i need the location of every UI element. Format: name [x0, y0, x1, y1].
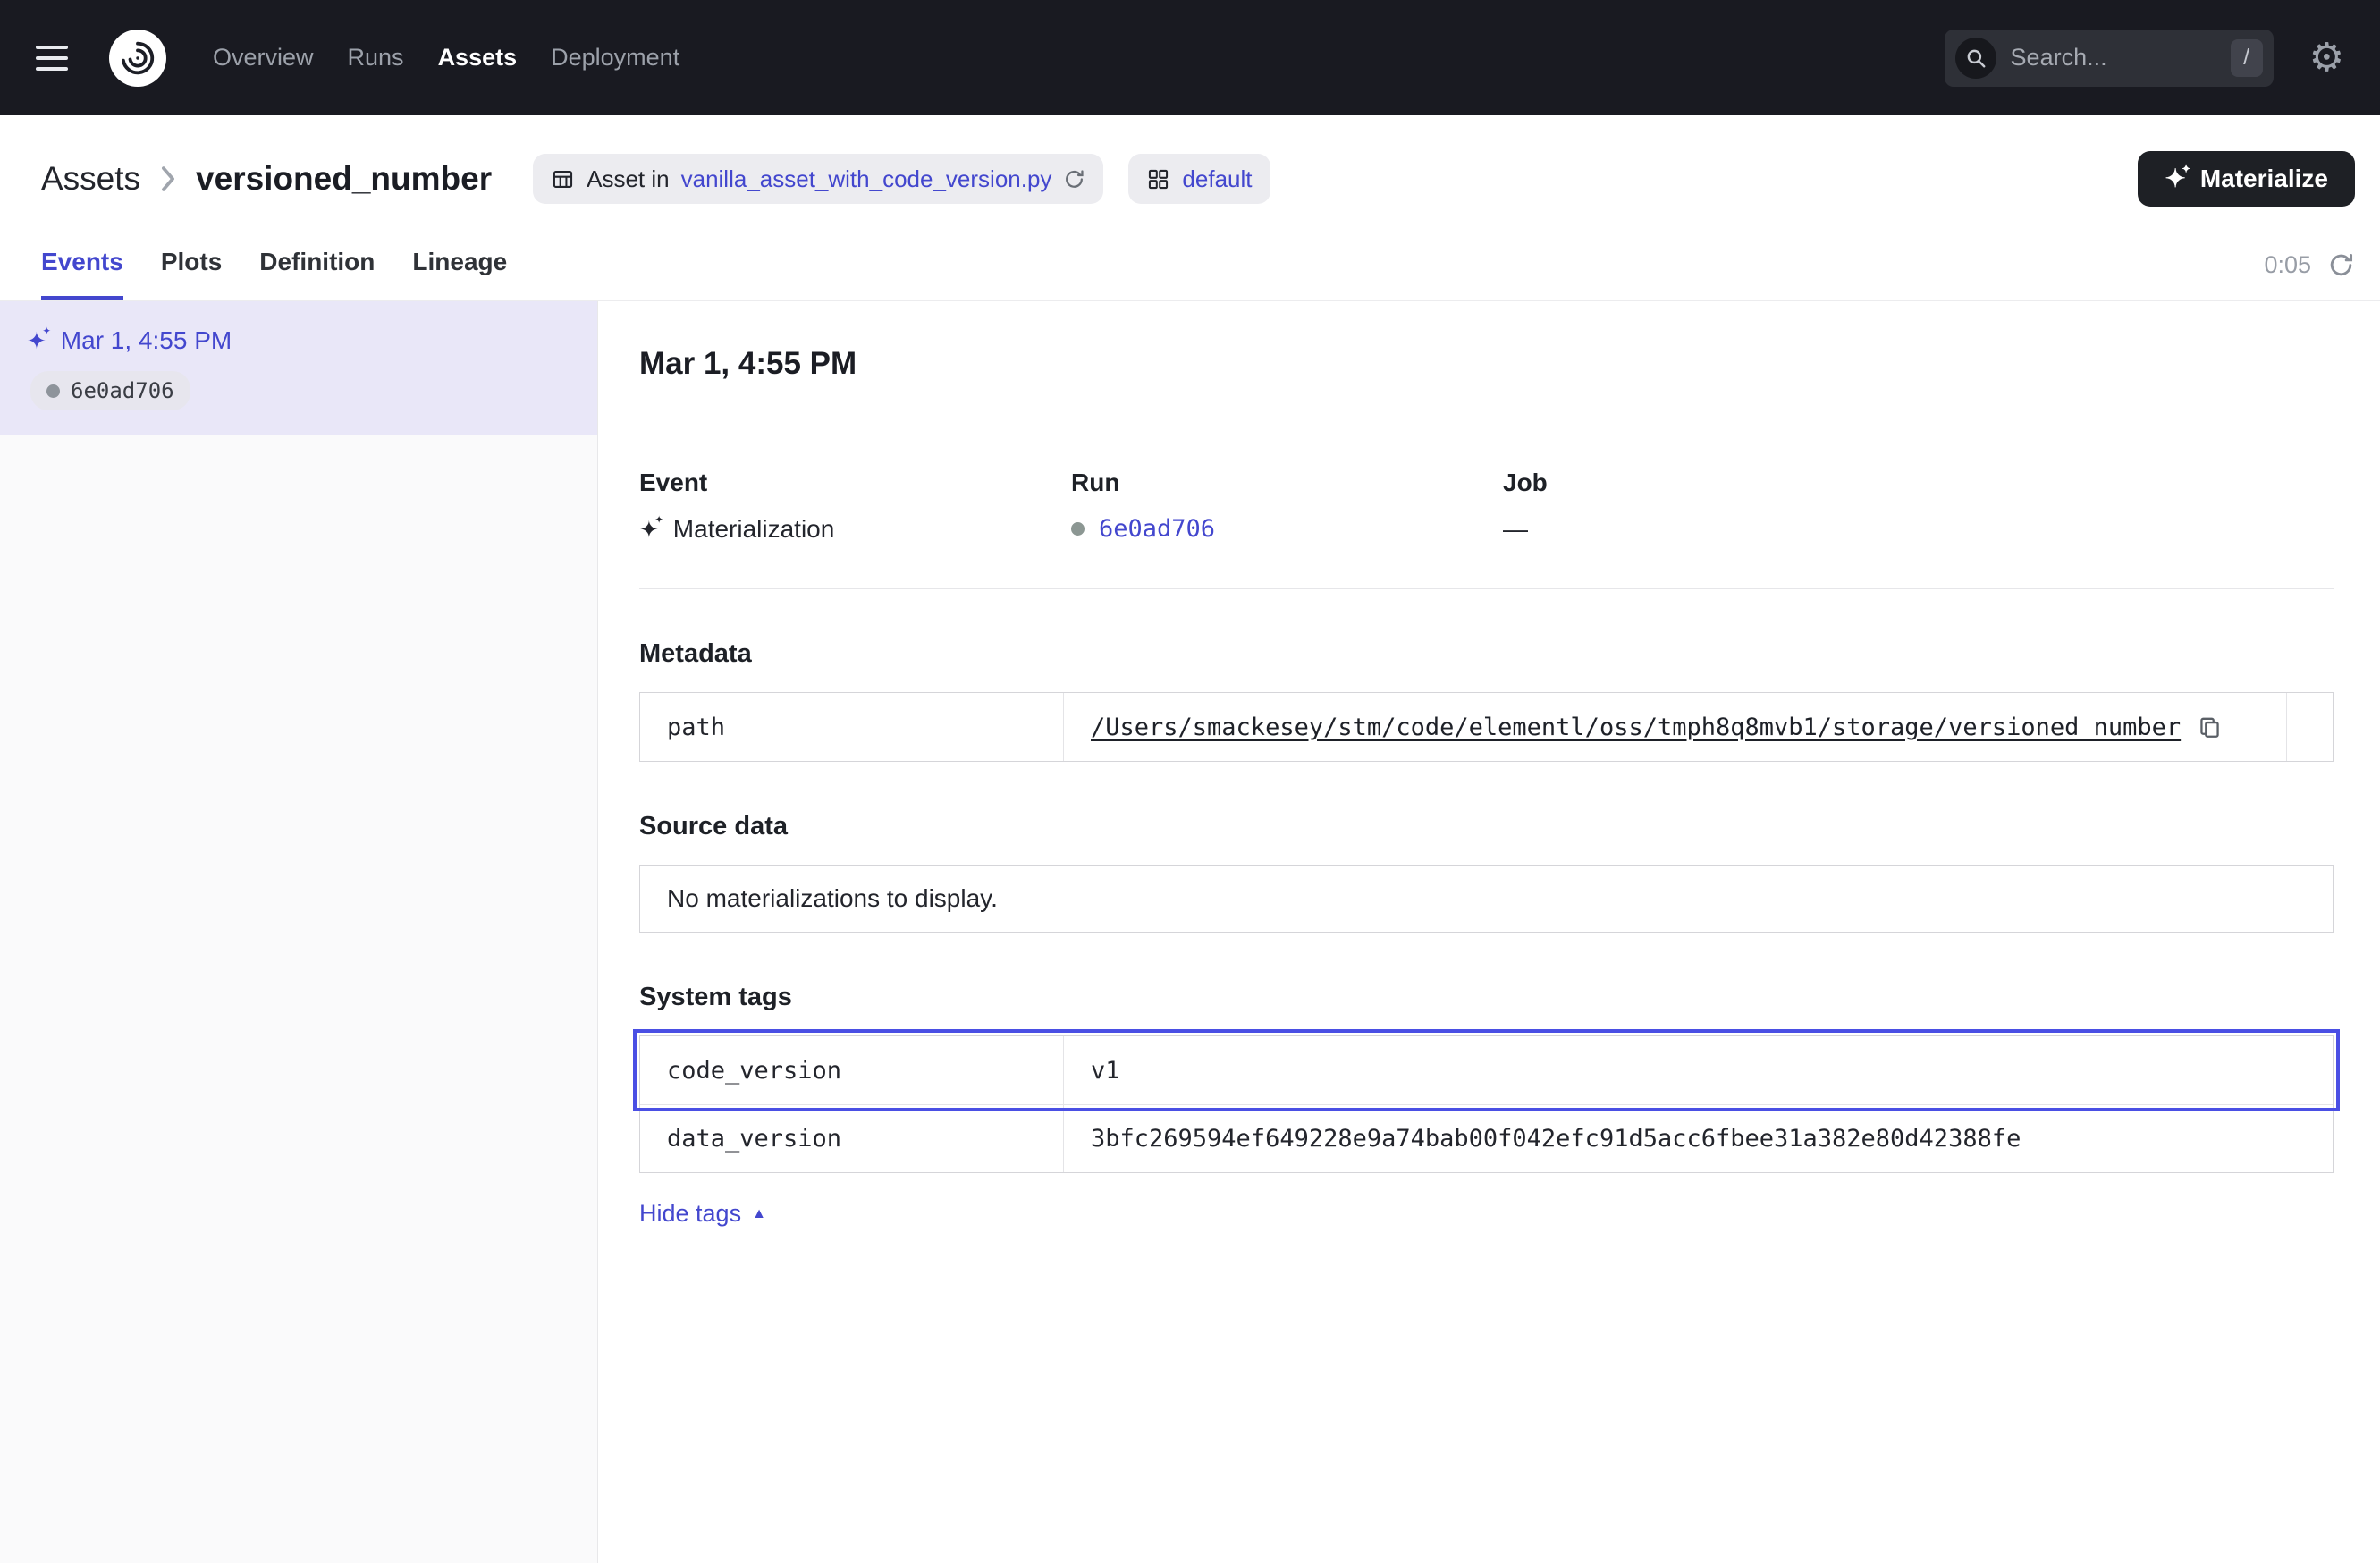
run-column-label: Run	[1071, 469, 1503, 497]
refresh-countdown: 0:05	[2264, 251, 2311, 279]
asset-definition-pill: Asset in vanilla_asset_with_code_version…	[533, 154, 1103, 204]
run-status-dot	[46, 384, 60, 398]
group-tag-pill[interactable]: default	[1128, 154, 1270, 204]
materialize-button[interactable]: ✦ Materialize	[2138, 151, 2355, 207]
table-icon	[551, 167, 575, 191]
search-shortcut-badge: /	[2231, 39, 2263, 77]
metadata-table: path /Users/smackesey/stm/code/elementl/…	[639, 692, 2334, 762]
tag-key: data_version	[640, 1105, 1064, 1172]
tab-definition[interactable]: Definition	[259, 248, 375, 300]
tab-lineage[interactable]: Lineage	[412, 248, 507, 300]
nav-item-overview[interactable]: Overview	[213, 44, 314, 72]
top-nav: Overview Runs Assets Deployment / ⚙	[0, 0, 2380, 115]
tag-value: 3bfc269594ef649228e9a74bab00f042efc91d5a…	[1064, 1105, 2333, 1172]
materialization-icon: ✦	[639, 518, 659, 541]
run-status-dot	[1071, 522, 1085, 536]
search-icon	[1955, 38, 1996, 79]
source-data-empty-state: No materializations to display.	[639, 865, 2334, 933]
metadata-row-path: path /Users/smackesey/stm/code/elementl/…	[640, 693, 2333, 761]
asset-file-link[interactable]: vanilla_asset_with_code_version.py	[681, 165, 1052, 193]
grid-icon	[1146, 167, 1170, 191]
materialization-sparkle-icon: ✦	[27, 329, 46, 352]
asset-tabs: Events Plots Definition Lineage 0:05	[41, 248, 2355, 300]
source-data-heading: Source data	[639, 812, 2334, 841]
chevron-right-icon	[158, 164, 178, 194]
asset-in-label: Asset in	[587, 165, 670, 193]
nav-item-runs[interactable]: Runs	[348, 44, 404, 72]
event-detail-panel: Mar 1, 4:55 PM Event ✦ Materialization R…	[598, 301, 2380, 1563]
system-tags-table: code_version v1 data_version 3bfc269594e…	[639, 1035, 2334, 1173]
asset-name-title: versioned_number	[196, 160, 492, 198]
system-tag-row-code-version: code_version v1	[640, 1036, 2333, 1104]
system-tags-heading: System tags	[639, 983, 2334, 1012]
tag-value: v1	[1064, 1036, 2333, 1104]
event-run-id-badge: 6e0ad706	[30, 371, 190, 410]
menu-icon[interactable]	[36, 46, 75, 71]
job-value: —	[1503, 515, 1528, 544]
copy-path-icon[interactable]	[2197, 714, 2223, 740]
path-value-link[interactable]: /Users/smackesey/stm/code/elementl/oss/t…	[1091, 714, 2181, 741]
system-tag-row-data-version: data_version 3bfc269594ef649228e9a74bab0…	[640, 1104, 2333, 1172]
tag-key: code_version	[640, 1036, 1064, 1104]
event-type-value: Materialization	[673, 515, 835, 544]
event-column-label: Event	[639, 469, 1071, 497]
nav-item-assets[interactable]: Assets	[438, 44, 518, 72]
asset-header: Assets versioned_number Asset in vanilla…	[0, 115, 2380, 301]
dagster-logo[interactable]	[109, 30, 166, 87]
breadcrumb-assets-link[interactable]: Assets	[41, 160, 140, 198]
run-id-link[interactable]: 6e0ad706	[1099, 515, 1215, 543]
metadata-key: path	[640, 693, 1064, 761]
event-list-sidebar: ✦ Mar 1, 4:55 PM 6e0ad706	[0, 301, 598, 1563]
event-list-item[interactable]: ✦ Mar 1, 4:55 PM 6e0ad706	[0, 301, 597, 435]
search-box[interactable]: /	[1945, 30, 2274, 87]
group-tag-label: default	[1182, 165, 1252, 193]
caret-up-icon: ▲	[752, 1207, 766, 1221]
metadata-heading: Metadata	[639, 639, 2334, 669]
logo-swirl-icon	[117, 38, 158, 79]
tab-events[interactable]: Events	[41, 248, 123, 300]
hide-tags-link[interactable]: Hide tags ▲	[639, 1200, 766, 1228]
job-column-label: Job	[1503, 469, 1548, 497]
settings-gear-icon[interactable]: ⚙	[2309, 38, 2344, 78]
sparkle-icon: ✦	[2165, 166, 2185, 191]
event-timestamp: Mar 1, 4:55 PM	[61, 326, 232, 355]
event-detail-title: Mar 1, 4:55 PM	[639, 346, 2334, 382]
metadata-row-end-cell	[2286, 693, 2333, 761]
reload-definition-icon[interactable]	[1063, 168, 1085, 190]
nav-item-deployment[interactable]: Deployment	[551, 44, 679, 72]
main-nav: Overview Runs Assets Deployment	[213, 44, 679, 72]
search-input[interactable]	[2011, 44, 2216, 72]
materialize-label: Materialize	[2200, 165, 2328, 193]
refresh-icon[interactable]	[2327, 251, 2355, 279]
tab-plots[interactable]: Plots	[161, 248, 222, 300]
